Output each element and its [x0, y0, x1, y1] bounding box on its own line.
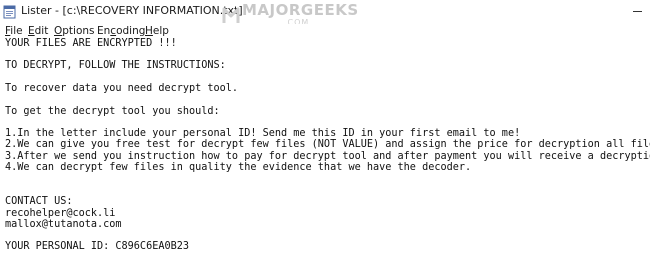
title-bar[interactable]: Lister - [c:\RECOVERY INFORMATION.txt] M…	[0, 0, 650, 27]
majorgeeks-logo-icon	[222, 7, 240, 23]
text-line: YOUR PERSONAL ID: C896C6EA0B23	[5, 241, 190, 252]
watermark-text: MAJORGEEKS	[242, 1, 359, 19]
menu-options[interactable]: Options	[54, 24, 95, 38]
minimize-icon	[633, 11, 642, 12]
text-line: 2.We can give you free test for decrypt …	[5, 139, 650, 150]
lister-app-icon	[3, 4, 17, 19]
text-line: TO DECRYPT, FOLLOW THE INSTRUCTIONS:	[5, 60, 226, 71]
minimize-button[interactable]	[624, 0, 650, 22]
text-line: To recover data you need decrypt tool.	[5, 83, 239, 94]
text-line: CONTACT US:	[5, 196, 73, 207]
document-text-area[interactable]: YOUR FILES ARE ENCRYPTED !!! TO DECRYPT,…	[0, 38, 650, 278]
text-line: To get the decrypt tool you should:	[5, 106, 220, 117]
menu-help[interactable]: Help	[145, 24, 169, 38]
lister-window: Lister - [c:\RECOVERY INFORMATION.txt] M…	[0, 0, 650, 278]
window-title: Lister - [c:\RECOVERY INFORMATION.txt]	[21, 4, 243, 17]
text-line: YOUR FILES ARE ENCRYPTED !!!	[5, 38, 177, 49]
menu-file[interactable]: File	[5, 24, 23, 38]
text-line: 4.We can decrypt few files in quality th…	[5, 162, 472, 173]
text-line: mallox@tutanota.com	[5, 219, 122, 230]
menu-encoding[interactable]: Encoding	[97, 24, 145, 38]
menu-bar: File Edit Options Encoding Help	[0, 24, 650, 38]
menu-edit[interactable]: Edit	[28, 24, 48, 38]
